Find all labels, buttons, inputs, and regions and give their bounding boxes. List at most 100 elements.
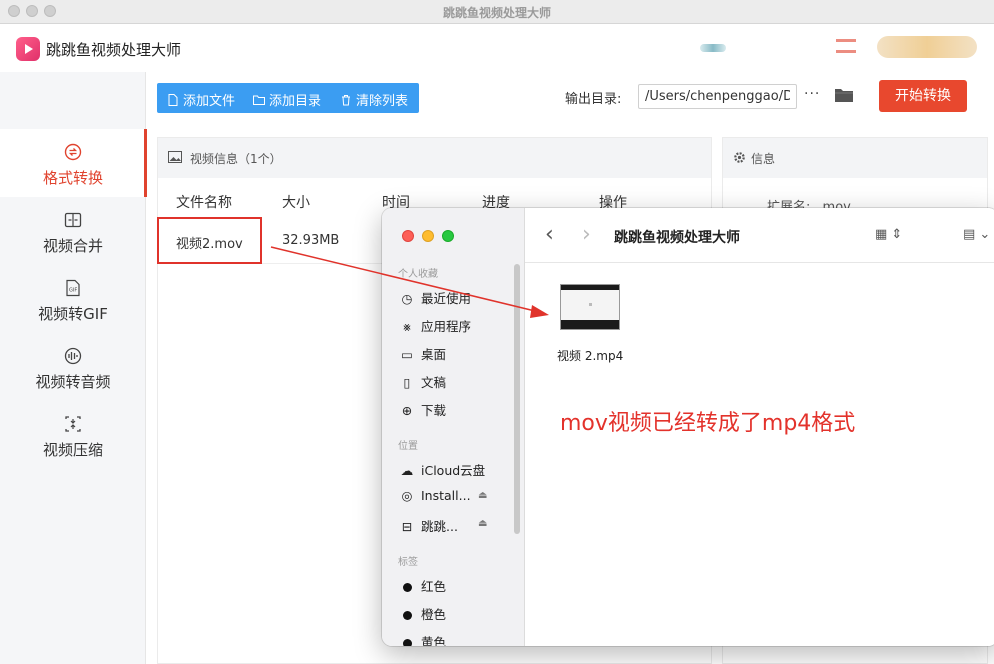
gif-icon: GIF [66,279,80,297]
audio-icon [64,347,82,365]
add-directory-button[interactable]: 添加目录 [253,90,321,109]
sidebar-item-label: 应用程序 [421,319,472,334]
sidebar-item-label: 视频压缩 [42,441,103,459]
sidebar-item-video-to-audio[interactable]: 视频转音频 [0,333,146,401]
group-view-icon[interactable]: ▤ ⌄ [963,227,990,242]
back-chevron-icon[interactable]: ‹ [545,222,554,247]
sidebar-item-label: 下载 [421,403,447,418]
sidebar-item-tag-yellow[interactable]: 黄色 [400,632,446,646]
finder-close-button[interactable] [402,230,414,242]
sidebar-item-label: iCloud云盘 [421,463,486,478]
header-blurred-element [877,36,977,58]
annotation-text: mov视频已经转成了mp4格式 [560,411,856,436]
app-logo-icon [16,37,40,61]
sidebar-item-label: 红色 [421,579,447,594]
file-size-cell: 32.93MB [282,233,340,248]
sidebar-item-applications[interactable]: ⨳ 应用程序 [400,316,471,335]
sidebar-item-app-volume[interactable]: ⊟ 跳跳... [400,516,458,535]
output-dir-label: 输出目录: [565,92,622,107]
drive-icon: ⊟ [401,519,413,534]
svg-text:GIF: GIF [69,288,77,294]
sidebar-item-video-merge[interactable]: 视频合并 [0,197,146,265]
trash-icon [342,95,350,106]
sidebar-item-icloud[interactable]: ☁ iCloud云盘 [400,460,485,479]
sidebar-item-label: 桌面 [421,347,447,362]
merge-icon [64,212,82,228]
info-header: 信息 [723,138,987,178]
eject-icon[interactable]: ⏏ [478,490,487,501]
finder-minimize-button[interactable] [422,230,434,242]
sidebar-item-label: 视频转GIF [38,305,108,323]
app-header: 跳跳鱼视频处理大师 [0,24,994,72]
sidebar-item-format-convert[interactable]: 格式转换 [0,129,147,197]
eject-icon[interactable]: ⏏ [478,518,487,529]
cloud-icon: ☁ [400,463,414,478]
finder-title: 跳跳鱼视频处理大师 [614,230,740,246]
finder-zoom-button[interactable] [442,230,454,242]
finder-toolbar: ‹ › 跳跳鱼视频处理大师 ▦ ⇕ ▤ ⌄ [525,208,994,263]
applications-icon: ⨳ [403,319,411,334]
locations-section-label: 位置 [398,441,418,452]
sidebar-item-label: 跳跳... [421,519,458,534]
sidebar-item-documents[interactable]: ▯ 文稿 [400,372,446,391]
column-header-filename: 文件名称 [176,195,232,211]
output-dir-input[interactable] [638,84,797,109]
sidebar-item-label: 黄色 [421,635,447,646]
finder-content: ‹ › 跳跳鱼视频处理大师 ▦ ⇕ ▤ ⌄ 视频 2.mp4 mov视频已经转成… [525,208,994,646]
sidebar-scrollbar[interactable] [514,264,520,534]
gear-icon [734,152,745,163]
compress-icon [65,416,81,432]
header-blurred-element [700,44,726,52]
image-icon [168,151,182,163]
sidebar: 格式转换 视频合并 GIF 视频转GIF 视频转音频 视频压缩 [0,72,147,664]
more-options-button[interactable]: ··· [804,86,820,102]
sidebar-item-label: 文稿 [421,375,447,390]
add-file-label: 添加文件 [183,94,236,109]
clock-icon: ◷ [401,291,413,306]
tag-dot-icon [403,638,412,646]
finder-window: 个人收藏 ◷ 最近使用 ⨳ 应用程序 ▭ 桌面 ▯ 文稿 ⊕ 下载 位置 ☁ iCloud云… [382,208,994,646]
desktop-icon: ▭ [401,347,413,362]
sidebar-item-label: 视频合并 [42,237,103,255]
sidebar-item-label: 视频转音频 [35,373,111,391]
sidebar-item-label: Install... [421,488,471,503]
column-header-size: 大小 [282,195,310,211]
open-folder-icon[interactable] [834,86,854,104]
sidebar-item-label: 橙色 [421,607,447,622]
document-icon: ▯ [403,375,411,390]
add-file-button[interactable]: 添加文件 [167,90,235,109]
download-icon: ⊕ [401,403,413,418]
tag-dot-icon [403,610,412,620]
tags-section-label: 标签 [398,557,418,568]
grid-view-icon[interactable]: ▦ ⇕ [875,227,902,242]
sidebar-item-desktop[interactable]: ▭ 桌面 [400,344,446,363]
sidebar-item-tag-red[interactable]: 红色 [400,576,446,595]
start-convert-button[interactable]: 开始转换 [879,80,967,112]
file-name-label[interactable]: 视频 2.mp4 [557,347,623,364]
sidebar-item-label: 格式转换 [42,169,103,187]
sidebar-item-video-to-gif[interactable]: GIF 视频转GIF [0,265,146,333]
window-title: 跳跳鱼视频处理大师 [442,6,551,20]
folder-icon [253,95,265,105]
file-icon [168,94,178,106]
window-titlebar: 跳跳鱼视频处理大师 [0,0,994,24]
tag-dot-icon [403,582,412,592]
sidebar-item-video-compress[interactable]: 视频压缩 [0,401,146,469]
add-directory-label: 添加目录 [269,94,322,109]
sidebar-item-recents[interactable]: ◷ 最近使用 [400,288,471,307]
filename-highlight-box [157,217,262,264]
video-info-header: 视频信息（1个） [158,138,711,178]
sidebar-item-install-volume[interactable]: ◎ Install... [400,488,471,503]
forward-chevron-icon[interactable]: › [582,222,591,247]
clear-list-label: 清除列表 [356,94,409,109]
video-thumbnail[interactable] [560,284,620,330]
clear-list-button[interactable]: 清除列表 [340,90,408,109]
disk-icon: ◎ [401,488,413,503]
app-name: 跳跳鱼视频处理大师 [46,41,182,59]
swap-icon [64,143,82,161]
info-title: 信息 [751,152,776,166]
favorites-section-label: 个人收藏 [398,269,438,280]
sidebar-item-downloads[interactable]: ⊕ 下载 [400,400,446,419]
header-blurred-element [836,39,856,53]
sidebar-item-tag-orange[interactable]: 橙色 [400,604,446,623]
